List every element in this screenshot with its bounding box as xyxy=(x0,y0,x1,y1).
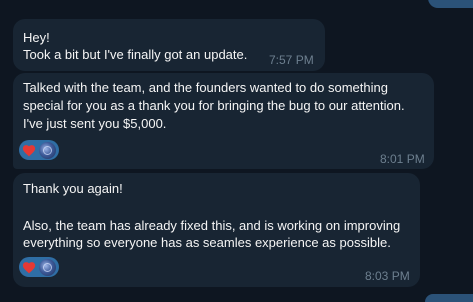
heart-icon xyxy=(22,260,36,274)
message-timestamp: 8:03 PM xyxy=(365,269,410,283)
message-bubble[interactable]: Hey! Took a bit but I've finally got an … xyxy=(13,19,325,71)
message-timestamp: 7:57 PM xyxy=(269,53,314,67)
message-text-line: Took a bit but I've finally got an updat… xyxy=(23,47,248,62)
reactor-avatar[interactable] xyxy=(39,141,56,159)
message-text-line: Hey! xyxy=(23,30,50,45)
message-text-line: Thank you again! xyxy=(23,181,123,196)
message-bubble[interactable]: Talked with the team, and the founders w… xyxy=(13,73,434,169)
heart-icon xyxy=(22,143,36,157)
outgoing-message-bubble-partial[interactable] xyxy=(425,294,473,302)
reactor-avatar[interactable] xyxy=(39,258,56,276)
message-text-line: everything so everyone has as seamles ex… xyxy=(23,235,391,250)
message-timestamp: 8:01 PM xyxy=(380,152,425,166)
message-bubble[interactable]: Thank you again! Also, the team has alre… xyxy=(13,173,420,287)
message-text-line: Talked with the team, and the founders w… xyxy=(23,80,388,95)
message-text-line: I've just sent you $5,000. xyxy=(23,116,167,131)
message-text-line: special for you as a thank you for bring… xyxy=(23,98,405,113)
reaction-pill[interactable] xyxy=(19,257,59,277)
reaction-pill[interactable] xyxy=(19,140,59,160)
message-text-line: Also, the team has already fixed this, a… xyxy=(23,218,401,233)
outgoing-message-bubble-partial[interactable] xyxy=(428,0,473,8)
